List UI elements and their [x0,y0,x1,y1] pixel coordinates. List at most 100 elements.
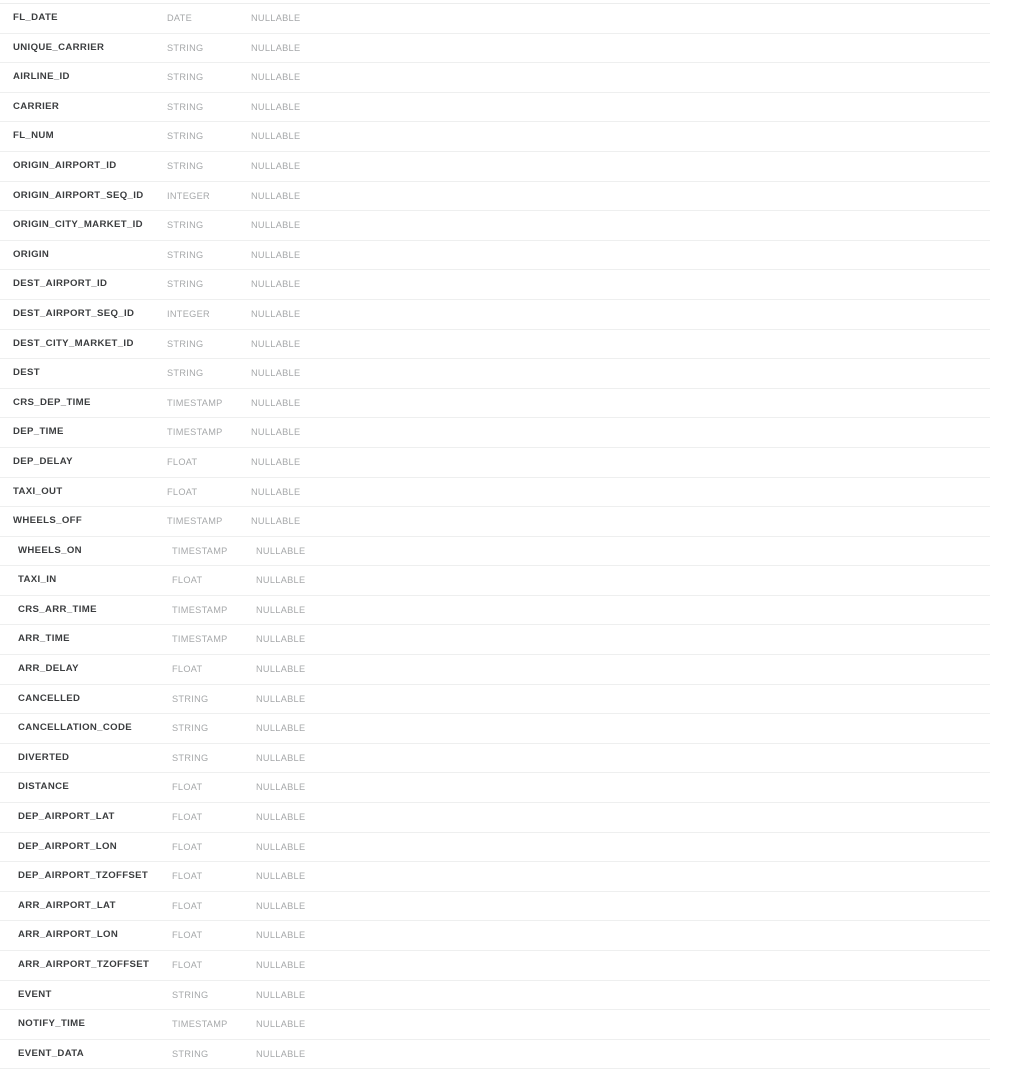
table-row[interactable]: ARR_AIRPORT_TZOFFSET FLOAT NULLABLE [0,950,1024,981]
field-type-cell: STRING [167,358,251,389]
field-mode-cell: NULLABLE [251,329,371,360]
table-row[interactable]: WHEELS_OFF TIMESTAMP NULLABLE [0,506,1024,537]
table-row[interactable]: AIRLINE_ID STRING NULLABLE [0,62,1024,93]
row-spacer-cell [371,684,990,715]
table-row[interactable]: TAXI_IN FLOAT NULLABLE [0,565,1024,596]
row-tail-cell [990,477,1024,507]
field-type-cell: FLOAT [167,832,251,863]
row-tail-cell [990,92,1024,122]
field-type-cell: STRING [167,210,251,241]
field-mode-cell: NULLABLE [251,417,371,448]
field-type-cell: TIMESTAMP [167,506,251,537]
field-type-cell: TIMESTAMP [167,624,251,656]
field-name-cell: DEST_CITY_MARKET_ID [0,329,167,360]
row-tail-cell [990,951,1024,981]
row-tail-cell [990,4,1024,33]
table-row[interactable]: CRS_ARR_TIME TIMESTAMP NULLABLE [0,595,1024,626]
field-name-cell: WHEELS_ON [0,536,167,567]
table-row[interactable]: CANCELLATION_CODE STRING NULLABLE [0,713,1024,744]
row-spacer-cell [371,1009,990,1040]
field-name-cell: DEST_AIRPORT_SEQ_ID [0,299,167,330]
schema-field-table: FL_DATE DATE NULLABLE UNIQUE_CARRIER STRING N… [0,4,1024,1069]
row-tail-cell [990,418,1024,448]
row-spacer-cell [371,4,990,34]
field-name-cell: NOTIFY_TIME [0,1009,167,1040]
row-spacer-cell [371,299,990,330]
table-row[interactable]: FL_DATE DATE NULLABLE [0,4,1024,34]
table-row[interactable]: ARR_DELAY FLOAT NULLABLE [0,654,1024,685]
field-type-cell: STRING [167,980,251,1011]
field-name-cell: DISTANCE [0,772,167,804]
row-tail-cell [990,862,1024,892]
table-row[interactable]: DEP_AIRPORT_TZOFFSET FLOAT NULLABLE [0,861,1024,892]
field-type-cell: FLOAT [167,891,251,922]
table-row[interactable]: ARR_AIRPORT_LAT FLOAT NULLABLE [0,891,1024,922]
table-row[interactable]: ORIGIN_CITY_MARKET_ID STRING NULLABLE [0,210,1024,241]
table-row[interactable]: CARRIER STRING NULLABLE [0,92,1024,123]
field-mode-cell: NULLABLE [251,832,371,863]
table-row[interactable]: DEP_DELAY FLOAT NULLABLE [0,447,1024,478]
field-type-cell: STRING [167,33,251,64]
table-row[interactable]: ORIGIN_AIRPORT_SEQ_ID INTEGER NULLABLE [0,181,1024,212]
table-row[interactable]: DEST STRING NULLABLE [0,358,1024,389]
table-row[interactable]: DEP_AIRPORT_LON FLOAT NULLABLE [0,832,1024,863]
table-row[interactable]: NOTIFY_TIME TIMESTAMP NULLABLE [0,1009,1024,1040]
field-name-cell: ARR_AIRPORT_TZOFFSET [0,950,167,981]
row-spacer-cell [371,832,990,863]
row-spacer-cell [371,950,990,981]
field-mode-cell: NULLABLE [251,624,371,656]
table-row[interactable]: CANCELLED STRING NULLABLE [0,684,1024,715]
field-name-cell: EVENT [0,980,167,1011]
row-tail-cell [990,980,1024,1010]
row-tail-cell [990,832,1024,862]
field-mode-cell: NULLABLE [251,861,371,892]
field-name-cell: ORIGIN [0,240,167,271]
row-spacer-cell [371,595,990,626]
row-tail-cell [990,595,1024,625]
table-row[interactable]: CRS_DEP_TIME TIMESTAMP NULLABLE [0,388,1024,419]
table-row[interactable]: ARR_AIRPORT_LON FLOAT NULLABLE [0,920,1024,951]
field-mode-cell: NULLABLE [251,536,371,567]
table-row[interactable]: FL_NUM STRING NULLABLE [0,121,1024,152]
field-mode-cell: NULLABLE [251,565,371,596]
table-row[interactable]: EVENT STRING NULLABLE [0,980,1024,1011]
table-row[interactable]: WHEELS_ON TIMESTAMP NULLABLE [0,536,1024,567]
table-row[interactable]: ORIGIN STRING NULLABLE [0,240,1024,271]
row-spacer-cell [371,772,990,804]
table-row[interactable]: EVENT_DATA STRING NULLABLE [0,1039,1024,1069]
field-name-cell: ARR_AIRPORT_LAT [0,891,167,922]
field-mode-cell: NULLABLE [251,358,371,389]
row-tail-cell [990,270,1024,300]
table-row[interactable]: DEP_AIRPORT_LAT FLOAT NULLABLE [0,802,1024,833]
field-mode-cell: NULLABLE [251,920,371,951]
field-name-cell: DEP_TIME [0,417,167,448]
field-mode-cell: NULLABLE [251,1039,371,1069]
field-name-cell: CANCELLATION_CODE [0,713,167,744]
table-row[interactable]: DEST_AIRPORT_SEQ_ID INTEGER NULLABLE [0,299,1024,330]
table-row[interactable]: DISTANCE FLOAT NULLABLE [0,772,1024,804]
row-tail-cell [990,714,1024,744]
row-tail-cell [990,151,1024,181]
row-spacer-cell [371,447,990,478]
table-row[interactable]: TAXI_OUT FLOAT NULLABLE [0,477,1024,508]
row-spacer-cell [371,980,990,1011]
row-spacer-cell [371,654,990,685]
field-type-cell: FLOAT [167,861,251,892]
table-row[interactable]: UNIQUE_CARRIER STRING NULLABLE [0,33,1024,64]
table-row[interactable]: ARR_TIME TIMESTAMP NULLABLE [0,624,1024,656]
table-row[interactable]: DIVERTED STRING NULLABLE [0,743,1024,774]
field-mode-cell: NULLABLE [251,269,371,300]
row-tail-cell [990,63,1024,93]
field-mode-cell: NULLABLE [251,447,371,478]
table-row[interactable]: DEST_CITY_MARKET_ID STRING NULLABLE [0,329,1024,360]
field-type-cell: TIMESTAMP [167,388,251,419]
row-tail-cell [990,536,1024,566]
row-spacer-cell [371,536,990,567]
table-row[interactable]: ORIGIN_AIRPORT_ID STRING NULLABLE [0,151,1024,182]
field-type-cell: DATE [167,4,251,34]
row-tail-cell [990,891,1024,921]
table-row[interactable]: DEP_TIME TIMESTAMP NULLABLE [0,417,1024,448]
field-name-cell: AIRLINE_ID [0,62,167,93]
table-row[interactable]: DEST_AIRPORT_ID STRING NULLABLE [0,269,1024,300]
row-tail-cell [990,240,1024,270]
